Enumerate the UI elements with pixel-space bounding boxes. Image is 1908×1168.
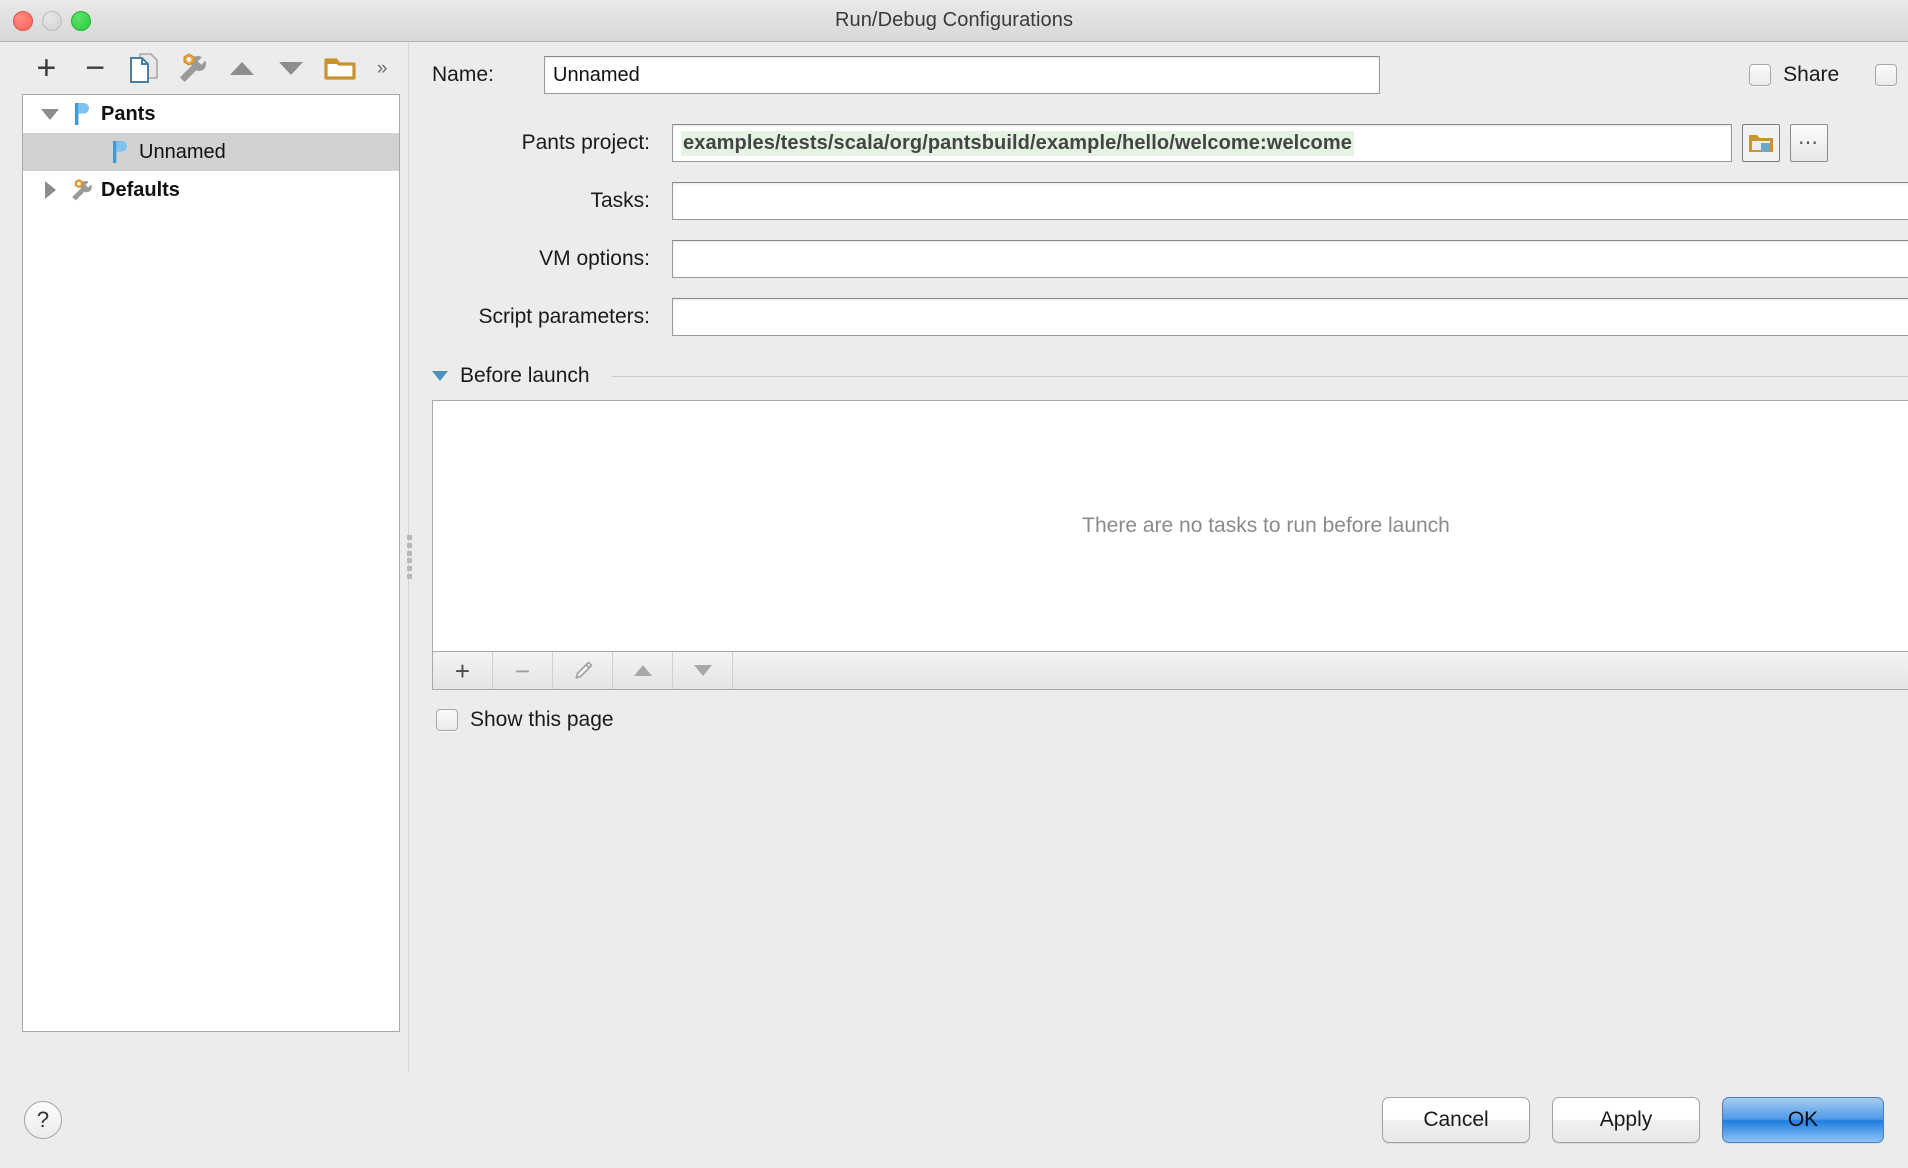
configuration-fields: Pants project: examples/tests/scala/org/…: [418, 124, 1908, 336]
window-title: Run/Debug Configurations: [834, 9, 1074, 31]
edit-task-button[interactable]: [553, 652, 613, 689]
pants-icon: [105, 140, 135, 164]
tasks-label: Tasks:: [590, 189, 650, 212]
tasks-input[interactable]: [672, 182, 1908, 220]
create-folder-button[interactable]: [315, 46, 364, 90]
triangle-down-icon: [693, 665, 712, 676]
copy-icon: [128, 51, 160, 85]
tree-node-pants[interactable]: Pants: [23, 95, 399, 133]
triangle-up-icon: [230, 61, 254, 75]
remove-task-button[interactable]: −: [493, 652, 553, 689]
script-parameters-row: Script parameters:: [432, 298, 1908, 336]
plus-icon: +: [36, 49, 57, 87]
folder-browse-icon: [1748, 132, 1774, 154]
script-parameters-input[interactable]: [672, 298, 1908, 336]
move-configuration-down-button[interactable]: [266, 46, 315, 90]
section-divider: [611, 375, 1908, 377]
add-task-button[interactable]: +: [433, 652, 493, 689]
single-instance-checkbox-group[interactable]: Single instance only: [1875, 63, 1908, 87]
share-label: Share: [1783, 63, 1840, 86]
move-task-down-button[interactable]: [673, 652, 733, 689]
more-options-button[interactable]: »: [364, 46, 400, 90]
ellipsis-icon: ⋯: [1798, 132, 1820, 154]
toolbar-filler: [733, 652, 1908, 689]
expand-toggle[interactable]: [33, 181, 67, 199]
before-launch-empty-message: There are no tasks to run before launch: [1082, 514, 1450, 537]
minus-icon: −: [85, 49, 106, 87]
triangle-down-icon: [278, 61, 303, 75]
help-button[interactable]: ?: [24, 1101, 62, 1139]
footer-actions: Cancel Apply OK: [1382, 1097, 1884, 1143]
remove-configuration-button[interactable]: −: [71, 46, 120, 90]
dialog-body: + − » Pants Unnamed Defaults Name: Unnam…: [0, 42, 1908, 1072]
tree-node-label: Defaults: [101, 178, 180, 201]
pane-splitter[interactable]: [400, 42, 418, 1072]
wrench-icon: [176, 52, 210, 84]
ok-button[interactable]: OK: [1722, 1097, 1884, 1143]
folder-icon: [324, 55, 356, 81]
before-launch-title: Before launch: [460, 364, 590, 387]
show-this-page-checkbox[interactable]: [436, 709, 458, 731]
pants-project-more-button[interactable]: ⋯: [1790, 124, 1828, 162]
browse-pants-project-button[interactable]: [1742, 124, 1780, 162]
cancel-button[interactable]: Cancel: [1382, 1097, 1530, 1143]
window-controls: [13, 0, 91, 42]
apply-button[interactable]: Apply: [1552, 1097, 1700, 1143]
add-configuration-button[interactable]: +: [22, 46, 71, 90]
zoom-window-button[interactable]: [71, 11, 91, 31]
tree-node-unnamed[interactable]: Unnamed: [23, 133, 399, 171]
name-label: Name:: [432, 63, 494, 86]
window-titlebar: Run/Debug Configurations: [0, 0, 1908, 42]
triangle-down-icon: [41, 108, 59, 120]
pants-project-row: Pants project: examples/tests/scala/org/…: [432, 124, 1908, 162]
move-configuration-up-button[interactable]: [218, 46, 267, 90]
pants-project-input[interactable]: examples/tests/scala/org/pantsbuild/exam…: [672, 124, 1732, 162]
show-this-page-label: Show this page: [470, 708, 614, 731]
tree-node-label: Unnamed: [139, 140, 226, 163]
configurations-toolbar: + − »: [0, 42, 400, 94]
tree-node-defaults[interactable]: Defaults: [23, 171, 399, 209]
minus-icon: −: [514, 655, 531, 686]
script-parameters-label: Script parameters:: [478, 305, 650, 328]
name-input[interactable]: Unnamed: [544, 56, 1380, 94]
edit-defaults-button[interactable]: [169, 46, 218, 90]
name-row-checkboxes: Share Single instance only: [1749, 63, 1908, 87]
share-checkbox-group[interactable]: Share: [1749, 63, 1839, 87]
show-this-page-group[interactable]: Show this page: [432, 708, 1908, 732]
move-task-up-button[interactable]: [613, 652, 673, 689]
pants-project-label: Pants project:: [521, 131, 650, 154]
share-checkbox[interactable]: [1749, 64, 1772, 86]
copy-configuration-button[interactable]: [120, 46, 169, 90]
before-launch-section: Before launch There are no tasks to run …: [418, 364, 1908, 732]
before-launch-task-list[interactable]: There are no tasks to run before launch: [432, 400, 1908, 652]
triangle-right-icon: [44, 181, 56, 199]
triangle-up-icon: [633, 665, 652, 676]
close-window-button[interactable]: [13, 11, 33, 31]
pencil-icon: [572, 660, 594, 682]
before-launch-toolbar: + −: [432, 652, 1908, 690]
run-debug-configurations-dialog: Run/Debug Configurations + − » Pants Unn…: [0, 0, 1908, 1168]
dialog-footer: ? Cancel Apply OK: [0, 1072, 1908, 1168]
chevron-double-right-icon: »: [376, 57, 388, 79]
pants-project-value: examples/tests/scala/org/pantsbuild/exam…: [681, 130, 1354, 156]
name-row: Name: Unnamed Share Single instance only: [418, 56, 1908, 94]
tree-node-label: Pants: [101, 102, 156, 125]
vm-options-row: VM options:: [432, 240, 1908, 278]
pants-icon: [67, 102, 97, 126]
minimize-window-button[interactable]: [42, 11, 62, 31]
tasks-row: Tasks:: [432, 182, 1908, 220]
vm-options-input[interactable]: [672, 240, 1908, 278]
configurations-pane: + − » Pants Unnamed Defaults: [0, 42, 400, 1072]
before-launch-header[interactable]: Before launch: [432, 364, 1908, 388]
plus-icon: +: [454, 655, 471, 686]
configuration-editor-pane: Name: Unnamed Share Single instance only: [418, 42, 1908, 1072]
configurations-tree[interactable]: Pants Unnamed Defaults: [22, 94, 400, 1032]
expand-toggle[interactable]: [33, 108, 67, 120]
vm-options-label: VM options:: [539, 247, 650, 270]
chevron-down-icon[interactable]: [432, 371, 448, 381]
splitter-grip-icon: [406, 535, 412, 579]
wrench-icon: [67, 178, 97, 202]
single-instance-checkbox[interactable]: [1875, 64, 1898, 86]
